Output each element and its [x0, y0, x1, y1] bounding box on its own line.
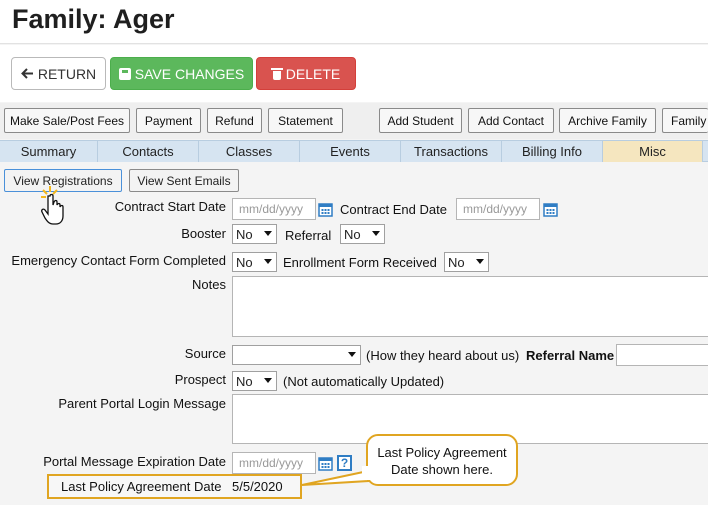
- callout-bubble: Last Policy Agreement Date shown here.: [366, 434, 518, 486]
- callout-line-2: Date shown here.: [391, 462, 493, 477]
- referral-name-input[interactable]: [616, 344, 708, 366]
- tab-misc[interactable]: Misc: [603, 141, 703, 162]
- contract-end-label: Contract End Date: [340, 202, 447, 217]
- callout-line-1: Last Policy Agreement: [377, 445, 507, 460]
- booster-select[interactable]: No: [232, 224, 277, 244]
- tab-summary[interactable]: Summary: [0, 141, 98, 162]
- prospect-hint: (Not automatically Updated): [283, 374, 445, 389]
- return-button-label: RETURN: [37, 65, 97, 82]
- arrow-left-icon: [20, 66, 34, 82]
- enrollment-form-value: No: [448, 254, 465, 270]
- caret-down-icon: [264, 231, 272, 236]
- calendar-icon[interactable]: [318, 202, 333, 217]
- prospect-label: Prospect: [174, 372, 226, 387]
- save-changes-button[interactable]: SAVE CHANGES: [110, 57, 253, 90]
- referral-value: No: [344, 226, 361, 242]
- page-title: Family: Ager: [12, 4, 175, 34]
- return-button[interactable]: RETURN: [11, 57, 106, 90]
- callout-joint: [362, 466, 372, 480]
- emergency-contact-value: No: [236, 254, 253, 270]
- floppy-disk-icon: [118, 67, 131, 80]
- archive-family-button[interactable]: Archive Family: [559, 108, 656, 133]
- make-sale-button[interactable]: Make Sale/Post Fees: [4, 108, 130, 133]
- prospect-select[interactable]: No: [232, 371, 277, 391]
- delete-button[interactable]: DELETE: [256, 57, 356, 90]
- family-menu-button[interactable]: Family: [662, 108, 708, 133]
- policy-agreement-value: 5/5/2020: [232, 479, 283, 494]
- emergency-contact-label: Emergency Contact Form Completed: [11, 253, 226, 268]
- save-button-label: SAVE CHANGES: [134, 65, 245, 82]
- referral-select[interactable]: No: [340, 224, 385, 244]
- refund-button[interactable]: Refund: [207, 108, 262, 133]
- trash-icon: [270, 67, 283, 80]
- tab-contacts[interactable]: Contacts: [98, 141, 199, 162]
- tab-classes[interactable]: Classes: [199, 141, 300, 162]
- source-select[interactable]: [232, 345, 361, 365]
- referral-label: Referral: [285, 228, 332, 243]
- tab-transactions[interactable]: Transactions: [401, 141, 502, 162]
- tab-events[interactable]: Events: [300, 141, 401, 162]
- booster-value: No: [236, 226, 253, 242]
- notes-textarea[interactable]: [232, 276, 708, 337]
- enrollment-form-label: Enrollment Form Received: [283, 255, 437, 270]
- emergency-contact-select[interactable]: No: [232, 252, 277, 272]
- caret-down-icon: [264, 378, 272, 383]
- payment-button[interactable]: Payment: [136, 108, 201, 133]
- contract-end-input[interactable]: mm/dd/yyyy: [456, 198, 540, 220]
- notes-label: Notes: [192, 277, 226, 292]
- add-contact-button[interactable]: Add Contact: [468, 108, 554, 133]
- view-sent-emails-button[interactable]: View Sent Emails: [129, 169, 239, 192]
- delete-button-label: DELETE: [285, 65, 341, 82]
- hand-cursor-icon: [41, 186, 64, 225]
- caret-down-icon: [476, 259, 484, 264]
- statement-button[interactable]: Statement: [268, 108, 343, 133]
- caret-down-icon: [372, 231, 380, 236]
- portal-message-label: Parent Portal Login Message: [58, 396, 226, 411]
- policy-agreement-label: Last Policy Agreement Date: [61, 479, 222, 494]
- caret-down-icon: [264, 259, 272, 264]
- contract-start-label: Contract Start Date: [114, 199, 226, 214]
- source-hint: (How they heard about us): [366, 348, 520, 363]
- contract-start-input[interactable]: mm/dd/yyyy: [232, 198, 316, 220]
- booster-label: Booster: [181, 226, 226, 241]
- caret-down-icon: [348, 352, 356, 357]
- portal-expiration-label: Portal Message Expiration Date: [43, 454, 226, 469]
- add-student-button[interactable]: Add Student: [379, 108, 462, 133]
- referral-name-label: Referral Name: [526, 348, 615, 363]
- prospect-value: No: [236, 373, 253, 389]
- source-label: Source: [184, 346, 226, 361]
- enrollment-form-select[interactable]: No: [444, 252, 489, 272]
- tab-billing-info[interactable]: Billing Info: [502, 141, 603, 162]
- calendar-icon[interactable]: [543, 202, 558, 217]
